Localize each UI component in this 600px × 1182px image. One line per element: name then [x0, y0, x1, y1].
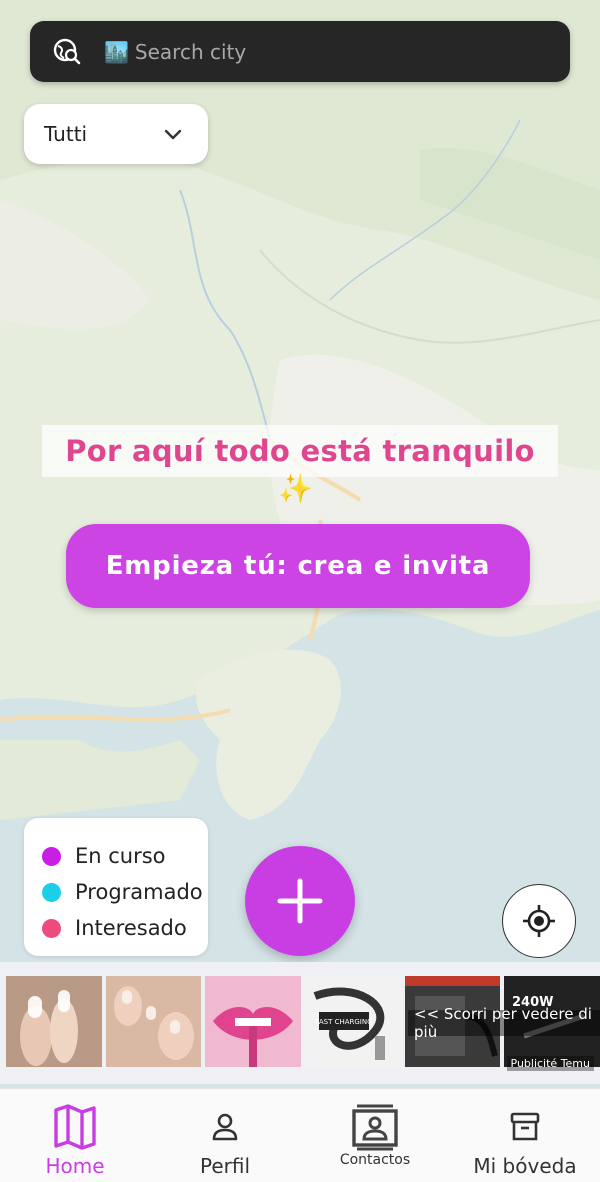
city-emoji-icon: 🏙️ — [104, 39, 129, 64]
filter-selected-value: Tutti — [44, 122, 88, 146]
ad-scroll-hint: << Scorri per vedere di più — [408, 1005, 600, 1041]
search-bar[interactable]: 🏙️ — [30, 21, 570, 82]
legend-label: En curso — [75, 844, 166, 868]
legend-item-programado: Programado — [42, 874, 208, 910]
legend-dot — [42, 882, 61, 902]
legend-item-interesado: Interesado — [42, 910, 208, 946]
nav-mi-boveda-label: Mi bóveda — [473, 1154, 577, 1178]
my-location-button[interactable] — [502, 884, 576, 958]
add-event-button[interactable] — [245, 846, 355, 956]
empty-state-title: Por aquí todo está tranquilo — [42, 425, 558, 477]
ad-thumb-cable[interactable]: FAST CHARGING — [305, 976, 401, 1067]
nav-home-label: Home — [45, 1154, 105, 1178]
create-invite-button[interactable]: Empieza tú: crea e invita — [66, 524, 530, 608]
nav-perfil[interactable]: Perfil — [150, 1089, 300, 1182]
chevron-down-icon — [164, 122, 182, 146]
nav-contactos-label: Contactos — [339, 1152, 411, 1168]
contacts-icon — [351, 1103, 399, 1151]
bottom-navigation: Home Perfil Contactos Mi bóveda — [0, 1088, 600, 1182]
legend-dot — [42, 918, 61, 938]
ad-thumb-nails-1[interactable] — [6, 976, 102, 1067]
ad-thumb-lips[interactable] — [205, 976, 302, 1067]
person-icon — [211, 1103, 239, 1151]
nav-perfil-label: Perfil — [199, 1154, 251, 1178]
nav-mi-boveda[interactable]: Mi bóveda — [450, 1089, 600, 1182]
map-icon — [53, 1103, 97, 1151]
nav-home[interactable]: Home — [0, 1089, 150, 1182]
map-legend: En curso Programado Interesado — [24, 818, 208, 956]
legend-item-en-curso: En curso — [42, 838, 208, 874]
sparkles-icon: ✨ — [278, 472, 313, 505]
nav-contactos[interactable]: Contactos — [300, 1089, 450, 1182]
globe-search-icon[interactable] — [52, 37, 82, 67]
legend-label: Programado — [75, 880, 203, 904]
legend-dot — [42, 846, 61, 866]
archive-box-icon — [509, 1103, 541, 1151]
category-filter-dropdown[interactable]: Tutti — [24, 104, 208, 164]
search-input[interactable] — [134, 39, 515, 64]
legend-label: Interesado — [75, 916, 187, 940]
crosshair-icon — [523, 905, 555, 937]
plus-icon — [277, 878, 323, 924]
ad-cable-text: FAST CHARGING — [315, 1018, 372, 1026]
ad-thumb-nails-2[interactable] — [105, 976, 202, 1067]
ad-footer-label: Publicité Temu — [506, 1056, 594, 1071]
